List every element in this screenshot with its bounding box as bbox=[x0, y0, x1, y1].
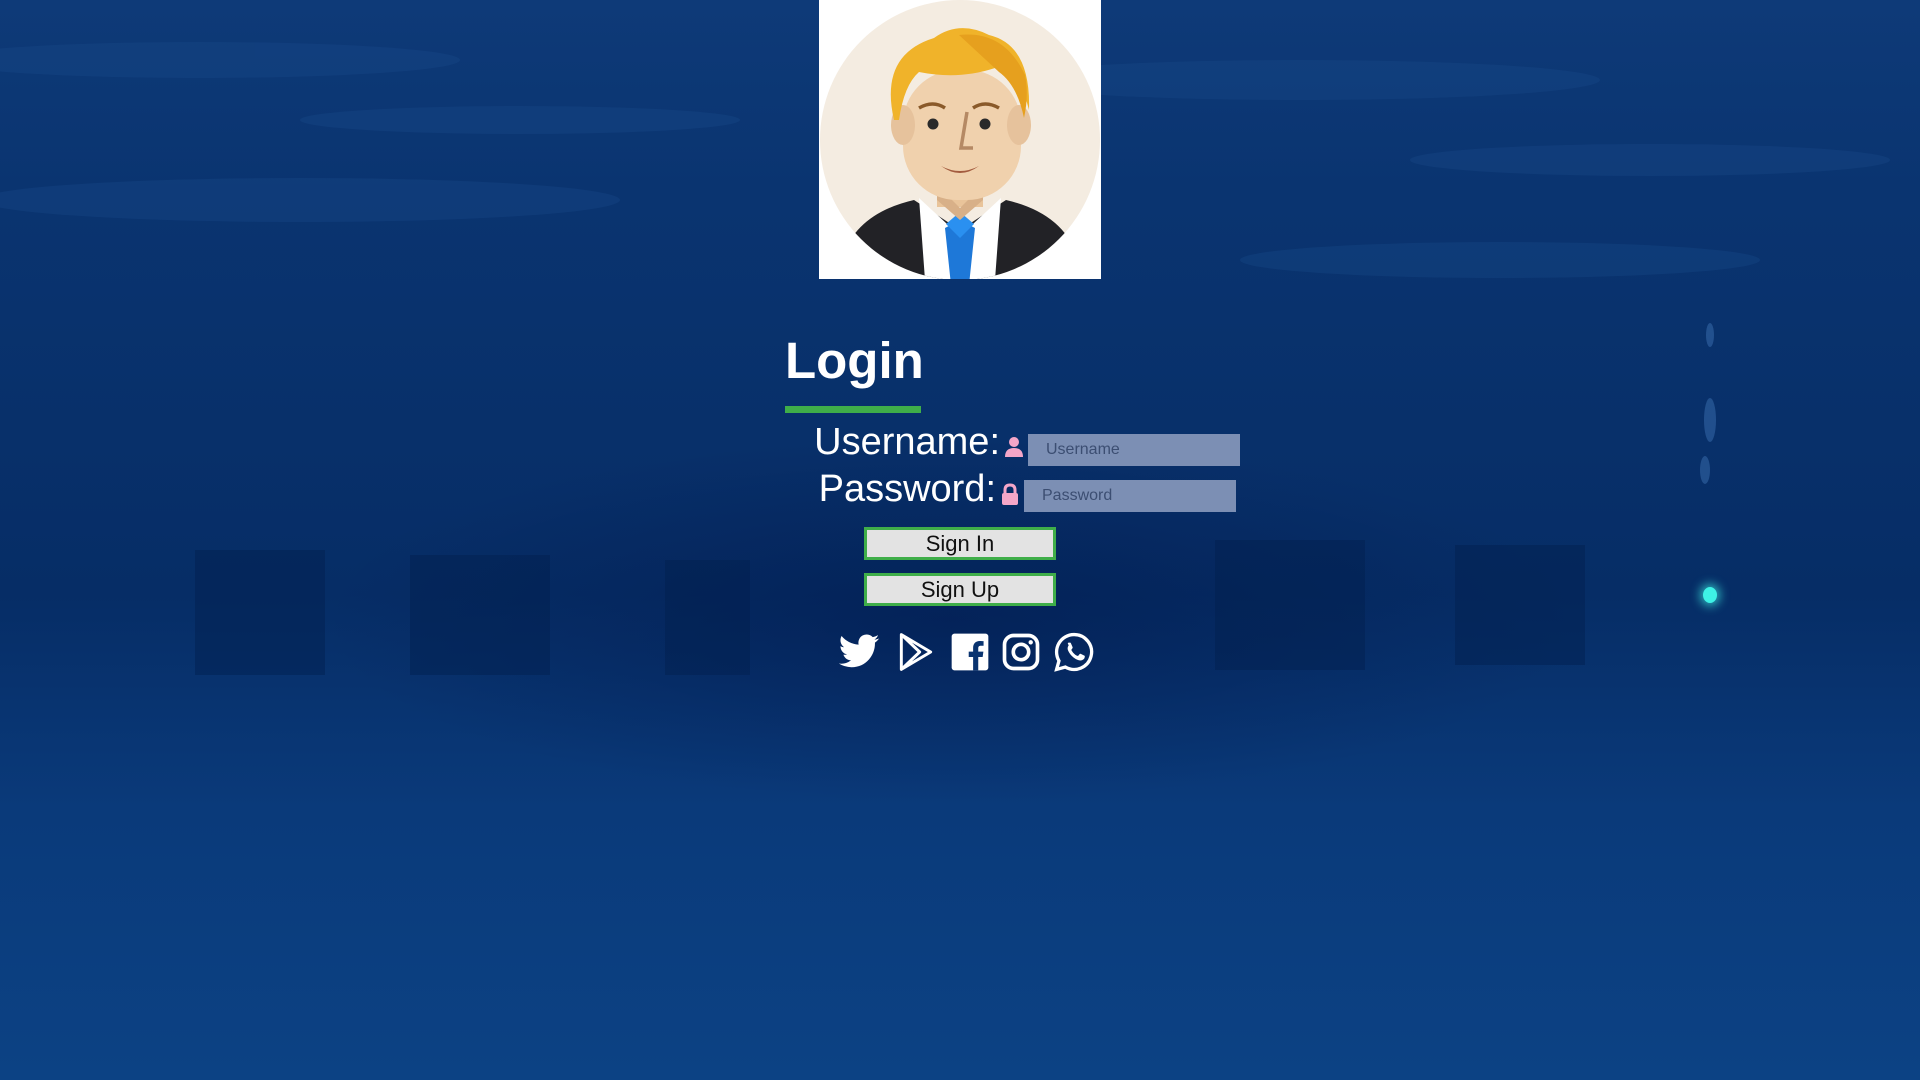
instagram-icon[interactable] bbox=[999, 630, 1043, 674]
light-sparkle bbox=[1703, 587, 1717, 603]
title-underline bbox=[785, 406, 921, 413]
twitter-icon[interactable] bbox=[837, 630, 881, 674]
whatsapp-icon[interactable] bbox=[1052, 630, 1096, 674]
page-title: Login bbox=[785, 332, 924, 389]
avatar bbox=[819, 0, 1101, 279]
businessman-avatar-icon bbox=[820, 0, 1100, 279]
password-input[interactable] bbox=[1024, 480, 1236, 512]
password-label: Password: bbox=[818, 468, 996, 510]
username-label: Username: bbox=[814, 421, 1000, 463]
facebook-icon[interactable] bbox=[948, 630, 992, 674]
lock-icon bbox=[1000, 483, 1020, 505]
google-play-icon[interactable] bbox=[894, 630, 938, 674]
sign-in-button[interactable]: Sign In bbox=[864, 527, 1056, 560]
user-icon bbox=[1004, 436, 1024, 458]
sign-up-button[interactable]: Sign Up bbox=[864, 573, 1056, 606]
username-input[interactable] bbox=[1028, 434, 1240, 466]
